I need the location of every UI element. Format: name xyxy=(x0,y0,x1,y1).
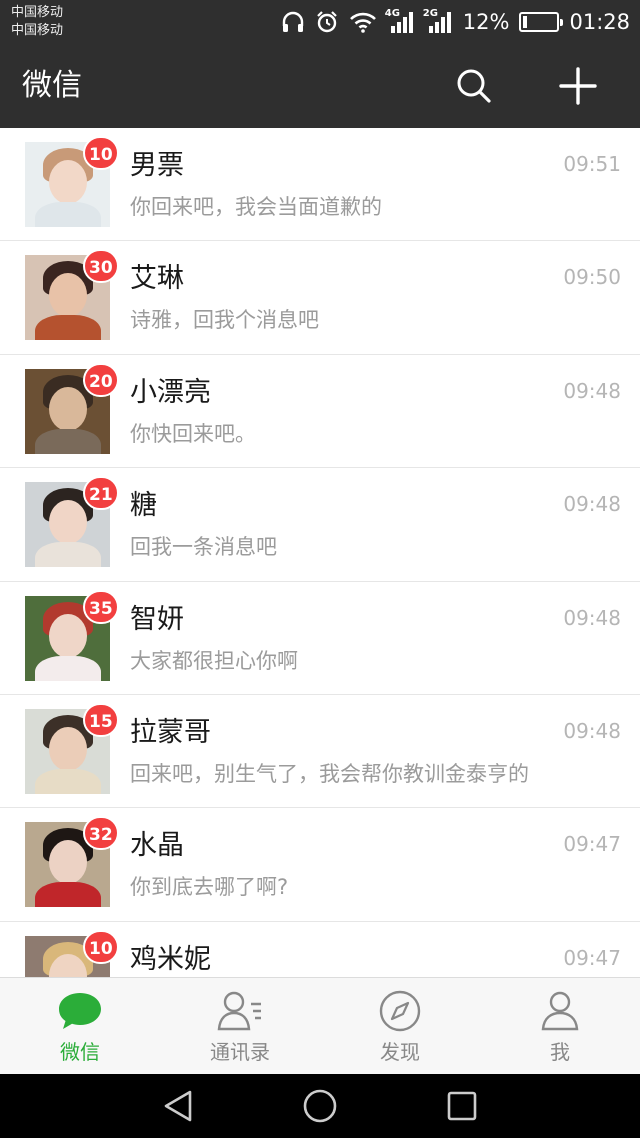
unread-badge: 32 xyxy=(83,816,119,851)
avatar-body xyxy=(35,768,101,794)
search-icon xyxy=(457,69,491,103)
unread-badge: 35 xyxy=(83,589,119,624)
nav-recents-button[interactable] xyxy=(442,1086,482,1126)
avatar-body xyxy=(35,882,101,908)
chat-preview: 你回来吧，我会当面道歉的 xyxy=(130,195,382,219)
add-button[interactable] xyxy=(554,62,602,110)
avatar-body xyxy=(35,202,101,227)
chat-name: 艾琳 xyxy=(130,263,184,295)
chat-preview: 回我一条消息吧 xyxy=(130,535,277,560)
chat-name: 水晶 xyxy=(130,830,184,862)
headphones-icon xyxy=(281,11,305,33)
tab-label: 我 xyxy=(550,1040,570,1064)
chat-row[interactable]: 21 糖回我一条消息吧 09:48 xyxy=(0,468,640,582)
tab-label: 微信 xyxy=(60,1040,100,1064)
system-nav-bar xyxy=(0,1074,640,1138)
chat-time: 09:47 xyxy=(563,945,621,970)
avatar-body xyxy=(35,428,101,454)
chat-preview: 回来吧，别生气了，我会帮你教训金泰亨的 xyxy=(130,761,529,786)
chat-preview: 大家都很担心你啊 xyxy=(130,648,298,673)
status-icons: 4G 2G 12% 01:28 xyxy=(281,6,630,38)
compass-icon xyxy=(377,988,423,1034)
chat-row[interactable]: 10 鸡米妮 09:47 xyxy=(0,921,640,977)
home-circle-icon xyxy=(303,1089,337,1123)
chat-name: 拉蒙哥 xyxy=(130,716,211,748)
status-time: 01:28 xyxy=(569,10,630,34)
chat-row[interactable]: 20 小漂亮你快回来吧。 09:48 xyxy=(0,354,640,469)
alarm-icon xyxy=(315,10,339,34)
chat-name: 糖 xyxy=(130,490,157,522)
unread-badge: 10 xyxy=(83,136,119,170)
bottom-tab-bar: 微信 通讯录 发现 我 xyxy=(0,977,640,1074)
unread-badge: 21 xyxy=(83,476,119,511)
battery-icon xyxy=(519,12,564,32)
chat-row[interactable]: 30 艾琳诗雅，回我个消息吧 09:50 xyxy=(0,241,640,355)
app-header: 微信 xyxy=(0,44,640,128)
tab-label: 发现 xyxy=(380,1040,420,1064)
battery-percent: 12% xyxy=(462,10,510,34)
tab-wechat[interactable]: 微信 xyxy=(0,978,160,1074)
signal-icon-sim2: 2G xyxy=(422,8,453,34)
chat-time: 09:51 xyxy=(563,152,621,176)
nav-back-button[interactable] xyxy=(158,1086,198,1126)
avatar-face xyxy=(49,840,87,885)
chat-time: 09:48 xyxy=(563,492,621,517)
chat-preview: 你到底去哪了啊? xyxy=(130,875,289,900)
back-triangle-icon xyxy=(164,1090,192,1122)
chat-name: 小漂亮 xyxy=(130,376,211,408)
unread-badge: 20 xyxy=(83,362,119,397)
sim2-network-tag: 2G xyxy=(422,8,438,19)
chat-time: 09:47 xyxy=(563,832,621,857)
chat-time: 09:48 xyxy=(563,718,621,743)
tab-label: 通讯录 xyxy=(210,1040,270,1064)
chat-time: 09:48 xyxy=(563,378,621,403)
plus-icon xyxy=(559,67,597,105)
tab-discover[interactable]: 发现 xyxy=(320,978,480,1074)
unread-badge: 30 xyxy=(83,249,119,284)
unread-badge: 15 xyxy=(83,702,119,737)
avatar-face xyxy=(49,613,87,658)
avatar-face xyxy=(49,386,87,431)
chat-name: 智妍 xyxy=(130,603,184,635)
chat-preview: 诗雅，回我个消息吧 xyxy=(130,308,319,333)
chat-name: 鸡米妮 xyxy=(130,943,211,975)
tab-me[interactable]: 我 xyxy=(480,978,640,1074)
recents-square-icon xyxy=(447,1091,477,1121)
nav-home-button[interactable] xyxy=(300,1086,340,1126)
page-title: 微信 xyxy=(22,68,82,103)
person-icon xyxy=(537,988,583,1034)
chat-row[interactable]: 32 水晶你到底去哪了啊? 09:47 xyxy=(0,808,640,922)
chat-row[interactable]: 35 智妍大家都很担心你啊 09:48 xyxy=(0,581,640,695)
signal-icon-sim1: 4G xyxy=(384,8,415,34)
carrier-2: 中国移动 xyxy=(11,23,64,38)
avatar-body xyxy=(35,542,101,568)
carrier-1: 中国移动 xyxy=(11,5,64,20)
chat-bubble-icon xyxy=(57,988,103,1034)
chat-preview: 你快回来吧。 xyxy=(130,421,256,446)
chat-time: 09:48 xyxy=(563,605,621,630)
chat-list[interactable]: 10 男票你回来吧，我会当面道歉的 09:51 30 艾琳诗雅，回我个消息吧 09:50 2… xyxy=(0,128,640,977)
avatar-face xyxy=(49,500,87,545)
chat-row[interactable]: 10 男票你回来吧，我会当面道歉的 09:51 xyxy=(0,128,640,242)
sim1-network-tag: 4G xyxy=(384,8,400,19)
unread-badge: 10 xyxy=(83,929,119,964)
status-bar: 中国移动 中国移动 4G 2G 12% 01:28 xyxy=(0,0,640,44)
avatar-face xyxy=(49,726,87,771)
contacts-icon xyxy=(217,988,263,1034)
tab-contacts[interactable]: 通讯录 xyxy=(160,978,320,1074)
avatar-body xyxy=(35,315,101,341)
wifi-icon xyxy=(349,11,377,33)
chat-row[interactable]: 15 拉蒙哥回来吧，别生气了，我会帮你教训金泰亨的 09:48 xyxy=(0,694,640,809)
avatar-body xyxy=(35,655,101,681)
avatar-face xyxy=(49,273,87,318)
search-button[interactable] xyxy=(450,62,498,110)
battery-level xyxy=(523,16,528,28)
chat-time: 09:50 xyxy=(563,265,621,290)
carrier-labels: 中国移动 中国移动 xyxy=(11,4,63,40)
chat-name: 男票 xyxy=(130,150,184,181)
avatar-face xyxy=(49,160,87,204)
